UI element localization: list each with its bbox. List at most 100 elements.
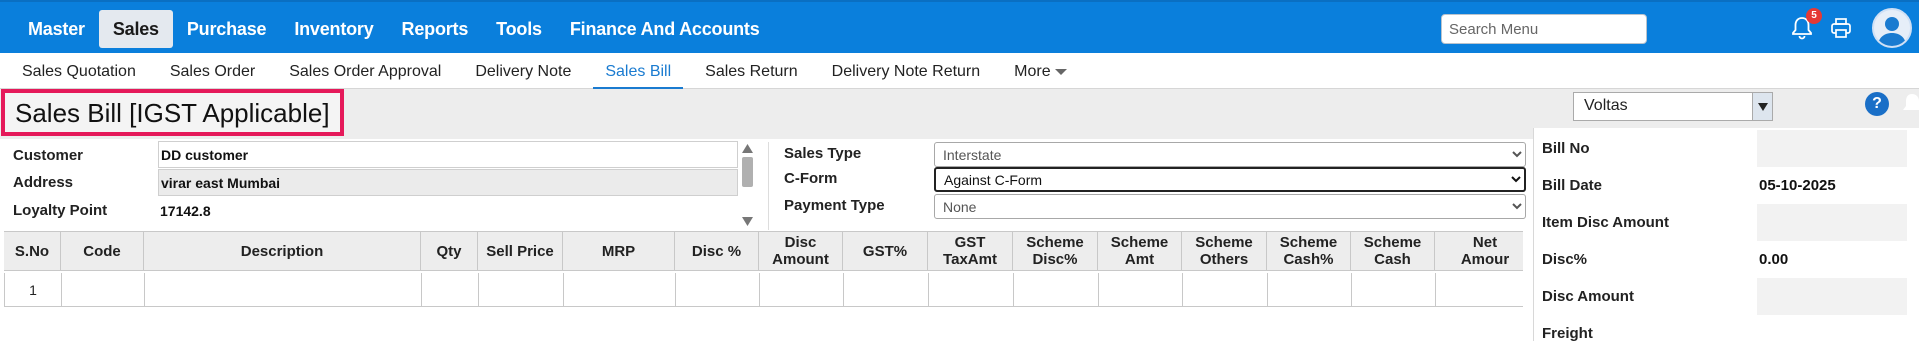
tab-more[interactable]: More xyxy=(1002,53,1078,89)
address-label: Address xyxy=(13,174,74,191)
bill-date-value[interactable]: 05-10-2025 xyxy=(1757,167,1907,204)
main-nav: Master Sales Purchase Inventory Reports … xyxy=(14,10,774,48)
tab-sales-quotation[interactable]: Sales Quotation xyxy=(10,53,148,89)
item-disc-amount-value xyxy=(1757,204,1907,241)
summary-row: Disc% 0.00 xyxy=(1534,241,1919,278)
user-icon xyxy=(1878,17,1906,46)
tab-delivery-note[interactable]: Delivery Note xyxy=(463,53,583,89)
notifications-button[interactable]: 5 xyxy=(1786,8,1822,44)
payment-type-label: Payment Type xyxy=(784,197,885,214)
top-navbar: Master Sales Purchase Inventory Reports … xyxy=(0,0,1919,53)
table-cell[interactable] xyxy=(564,273,676,306)
column-header[interactable]: Net Amour xyxy=(1435,232,1523,270)
table-row[interactable]: 1 xyxy=(4,273,1523,307)
address-field[interactable]: virar east Mumbai xyxy=(158,169,738,196)
nav-reports[interactable]: Reports xyxy=(388,10,483,48)
column-header[interactable]: Disc % xyxy=(675,232,759,270)
tab-sales-bill[interactable]: Sales Bill xyxy=(593,53,684,89)
summary-row: Disc Amount xyxy=(1534,278,1919,315)
column-header[interactable]: Disc Amount xyxy=(759,232,843,270)
customer-panel: Customer Address Loyalty Point DD custom… xyxy=(0,139,760,229)
column-header[interactable]: Sell Price xyxy=(478,232,563,270)
table-cell[interactable] xyxy=(479,273,564,306)
customer-field[interactable]: DD customer xyxy=(158,141,738,168)
summary-row: Bill Date 05-10-2025 xyxy=(1534,167,1919,204)
table-cell[interactable] xyxy=(760,273,844,306)
nav-purchase[interactable]: Purchase xyxy=(173,10,280,48)
column-header[interactable]: MRP xyxy=(563,232,675,270)
divider xyxy=(768,142,769,230)
sub-nav: Sales Quotation Sales Order Sales Order … xyxy=(0,53,1919,89)
column-header[interactable]: Scheme Amt xyxy=(1098,232,1182,270)
disc-percent-label: Disc% xyxy=(1542,251,1588,268)
column-header[interactable]: Scheme Cash xyxy=(1351,232,1435,270)
bell-icon[interactable] xyxy=(1900,91,1919,117)
help-icon[interactable]: ? xyxy=(1865,92,1889,116)
bill-date-label: Bill Date xyxy=(1542,177,1603,194)
column-header[interactable]: GST TaxAmt xyxy=(928,232,1013,270)
bill-summary-panel: Bill No Bill Date 05-10-2025 Item Disc A… xyxy=(1533,128,1919,341)
nav-master[interactable]: Master xyxy=(14,10,99,48)
nav-inventory[interactable]: Inventory xyxy=(280,10,387,48)
disc-amount-label: Disc Amount xyxy=(1542,288,1634,305)
sales-type-label: Sales Type xyxy=(784,145,862,162)
table-cell[interactable] xyxy=(1268,273,1352,306)
tab-delivery-note-return[interactable]: Delivery Note Return xyxy=(820,53,993,89)
printer-icon xyxy=(1831,18,1851,38)
table-cell[interactable] xyxy=(929,273,1014,306)
table-cell[interactable] xyxy=(1014,273,1099,306)
disc-amount-value xyxy=(1757,278,1907,315)
table-cell[interactable] xyxy=(145,273,422,306)
table-cell[interactable] xyxy=(844,273,929,306)
nav-sales[interactable]: Sales xyxy=(98,10,173,48)
table-cell[interactable] xyxy=(676,273,760,306)
column-header[interactable]: S.No xyxy=(4,232,61,270)
chevron-down-icon xyxy=(1054,68,1067,75)
column-header[interactable]: GST% xyxy=(843,232,928,270)
scroll-down-icon[interactable] xyxy=(742,217,753,226)
payment-type-select[interactable]: None xyxy=(934,194,1526,219)
disc-percent-value[interactable]: 0.00 xyxy=(1757,241,1907,278)
table-cell: 1 xyxy=(5,273,62,306)
nav-finance-and-accounts[interactable]: Finance And Accounts xyxy=(556,10,774,48)
summary-row: Item Disc Amount xyxy=(1534,204,1919,241)
cform-select[interactable]: Against C-Form xyxy=(934,167,1526,192)
table-cell[interactable] xyxy=(62,273,145,306)
tab-sales-order[interactable]: Sales Order xyxy=(158,53,267,89)
customer-scrollbar[interactable] xyxy=(740,141,755,227)
company-select-value: Voltas xyxy=(1584,97,1628,114)
freight-value[interactable] xyxy=(1757,315,1907,341)
scroll-up-icon[interactable] xyxy=(742,144,753,153)
page-title: Sales Bill [IGST Applicable] xyxy=(1,89,344,136)
table-cell[interactable] xyxy=(1183,273,1268,306)
grid-header: S.No Code Description Qty Sell Price MRP… xyxy=(4,231,1523,271)
more-label: More xyxy=(1014,63,1051,80)
loyalty-point-value: 17142.8 xyxy=(158,198,738,225)
dropdown-arrow-icon[interactable] xyxy=(1752,93,1772,120)
column-header[interactable]: Scheme Cash% xyxy=(1267,232,1351,270)
column-header[interactable]: Qty xyxy=(421,232,478,270)
table-cell[interactable] xyxy=(1352,273,1436,306)
column-header[interactable]: Code xyxy=(61,232,144,270)
sales-type-select[interactable]: Interstate xyxy=(934,142,1526,167)
summary-row: Bill No xyxy=(1534,130,1919,167)
search-menu-input[interactable] xyxy=(1441,14,1647,44)
table-cell[interactable] xyxy=(1436,273,1523,306)
table-cell[interactable] xyxy=(1099,273,1183,306)
loyalty-point-label: Loyalty Point xyxy=(13,202,108,219)
column-header[interactable]: Scheme Disc% xyxy=(1013,232,1098,270)
nav-tools[interactable]: Tools xyxy=(482,10,556,48)
column-header[interactable]: Scheme Others xyxy=(1182,232,1267,270)
user-avatar[interactable] xyxy=(1872,8,1912,48)
tab-sales-order-approval[interactable]: Sales Order Approval xyxy=(277,53,453,89)
tab-sales-return[interactable]: Sales Return xyxy=(693,53,810,89)
scrollbar-thumb[interactable] xyxy=(742,157,753,187)
column-header[interactable]: Description xyxy=(144,232,421,270)
freight-label: Freight xyxy=(1542,325,1593,341)
bill-no-value[interactable] xyxy=(1757,130,1907,167)
company-select[interactable]: Voltas xyxy=(1573,92,1773,121)
table-cell[interactable] xyxy=(422,273,479,306)
cform-label: C-Form xyxy=(784,170,838,187)
print-button[interactable] xyxy=(1825,12,1857,44)
bill-no-label: Bill No xyxy=(1542,140,1590,157)
